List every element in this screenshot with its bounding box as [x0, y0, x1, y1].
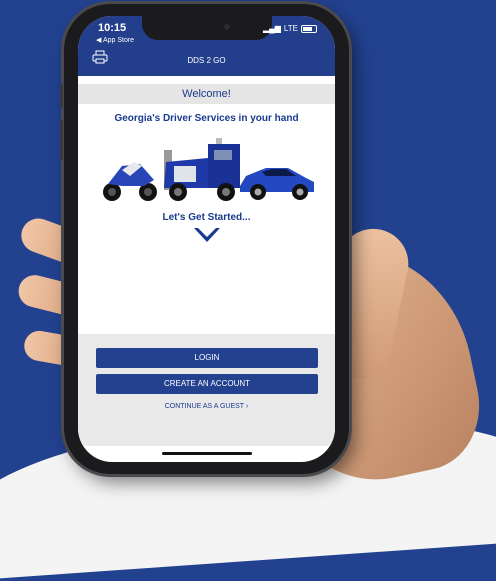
guest-label: CONTINUE AS A GUEST — [164, 403, 244, 410]
continue-as-guest-link[interactable]: CONTINUE AS A GUEST › — [78, 403, 335, 410]
chevron-down-icon[interactable] — [194, 228, 220, 244]
signal-icon: ▂▄▆ — [262, 24, 281, 33]
phone-notch — [142, 16, 272, 40]
phone-side-button — [60, 84, 63, 108]
camera-icon — [224, 24, 230, 30]
truck-icon — [164, 138, 240, 201]
car-icon — [240, 168, 314, 200]
phone-screen: 10:15 ◀ App Store ▂▄▆ LTE DDS 2 GO Welco… — [78, 16, 335, 462]
login-button[interactable]: LOGIN — [96, 348, 318, 368]
phone-frame: 10:15 ◀ App Store ▂▄▆ LTE DDS 2 GO Welco… — [60, 4, 349, 474]
welcome-banner: Welcome! — [78, 84, 335, 104]
chevron-right-icon: › — [245, 403, 249, 410]
vehicles-illustration — [103, 138, 314, 201]
home-indicator[interactable] — [162, 452, 252, 455]
get-started-text: Let's Get Started... — [162, 212, 251, 223]
status-indicators: ▂▄▆ LTE — [263, 24, 317, 33]
network-label: LTE — [283, 24, 298, 33]
phone-volume-button — [60, 120, 63, 160]
status-time: 10:15 — [98, 22, 127, 34]
motorcycle-icon — [103, 162, 157, 201]
create-account-button[interactable]: CREATE AN ACCOUNT — [96, 374, 318, 394]
battery-icon — [301, 24, 317, 33]
app-title: DDS 2 GO — [187, 56, 226, 65]
back-to-app-store[interactable]: ◀ App Store — [96, 36, 134, 44]
tagline: Georgia's Driver Services in your hand — [114, 113, 299, 124]
